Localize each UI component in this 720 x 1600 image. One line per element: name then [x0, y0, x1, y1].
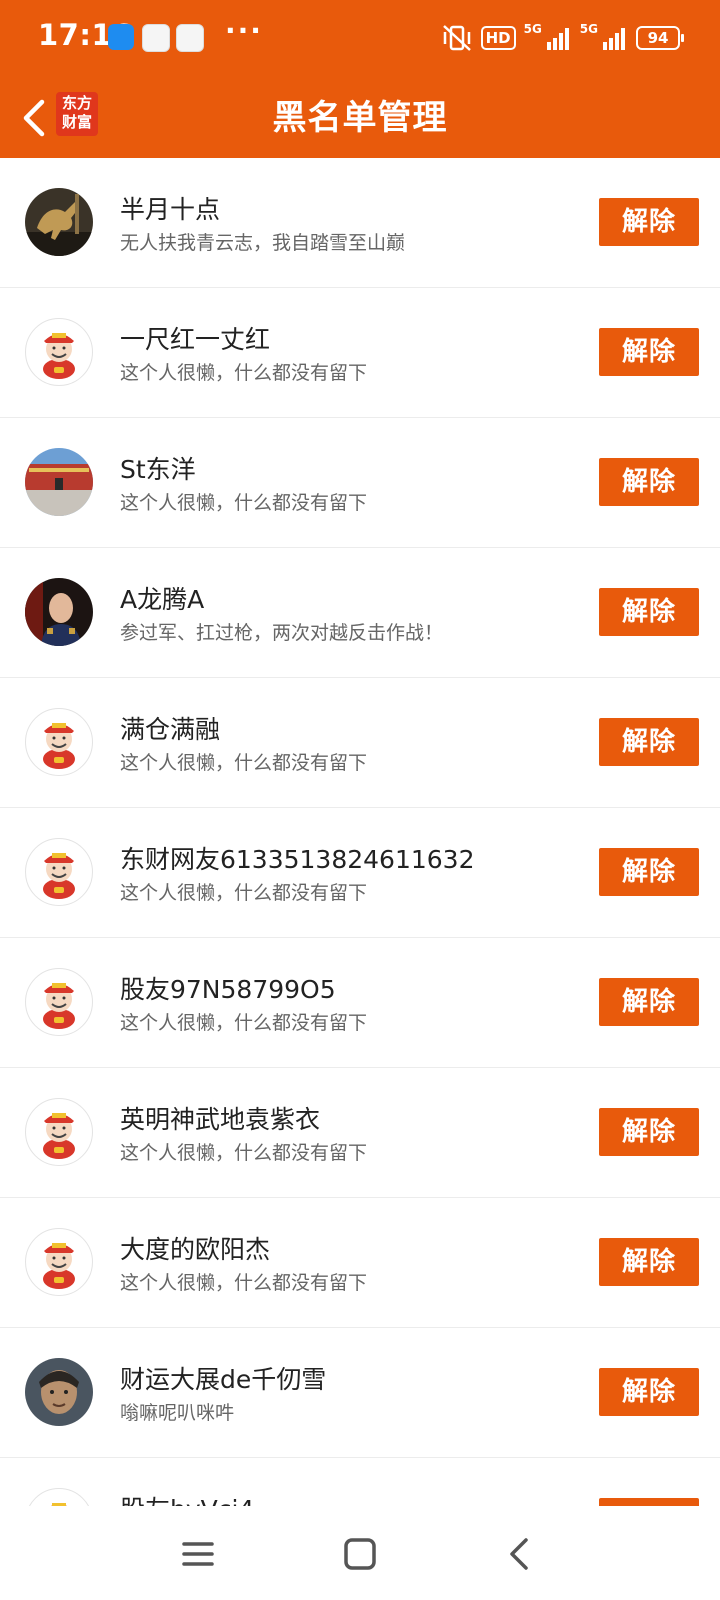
unblock-button[interactable]: 解除 [599, 1238, 699, 1286]
user-signature: 这个人很懒，什么都没有留下 [120, 1272, 368, 1294]
user-signature: 嗡嘛呢叭咪吽 [120, 1402, 235, 1424]
user-name: 半月十点 [120, 195, 221, 224]
network-type-2: 5G [579, 22, 598, 36]
user-name: 股友hyVci4 [120, 1490, 254, 1506]
user-name: St东洋 [120, 455, 196, 484]
list-item: 英明神武地袁紫衣 这个人很懒，什么都没有留下 解除 [0, 1068, 720, 1198]
user-name: 股友97N58799O5 [120, 975, 336, 1004]
status-right-group: HD 5G 5G 94 [441, 20, 684, 56]
menu-icon[interactable] [180, 1536, 216, 1572]
user-signature: 这个人很懒，什么都没有留下 [120, 1012, 368, 1034]
unblock-button[interactable]: 解除 [599, 978, 699, 1026]
unblock-button[interactable]: 解除 [599, 198, 699, 246]
list-item: 财运大展de千仞雪 嗡嘛呢叭咪吽 解除 [0, 1328, 720, 1458]
user-signature: 这个人很懒，什么都没有留下 [120, 752, 368, 774]
user-signature: 参过军、扛过枪，两次对越反击作战！ [120, 622, 444, 644]
taobao-notification-icon [142, 24, 170, 52]
nav-bar: 东方 财富 黑名单管理 [0, 78, 720, 158]
signal-icon-2 [603, 28, 625, 50]
user-name: 财运大展de千仞雪 [120, 1365, 327, 1394]
unblock-button[interactable]: 解除 [599, 848, 699, 896]
list-item: 大度的欧阳杰 这个人很懒，什么都没有留下 解除 [0, 1198, 720, 1328]
list-item: 股友97N58799O5 这个人很懒，什么都没有留下 解除 [0, 938, 720, 1068]
avatar[interactable] [25, 448, 93, 516]
list-item: 一尺红一丈红 这个人很懒，什么都没有留下 解除 [0, 288, 720, 418]
list-item: 股友hyVci4 解除 [0, 1458, 720, 1506]
blocked-user-list: 半月十点 无人扶我青云志，我自踏雪至山巅 解除 一尺红一丈红 这个人很懒，什么都… [0, 158, 720, 1506]
list-item: St东洋 这个人很懒，什么都没有留下 解除 [0, 418, 720, 548]
default-avatar-icon[interactable] [25, 318, 93, 386]
unblock-button[interactable]: 解除 [599, 1108, 699, 1156]
status-bar: 17:16 ··· HD 5G 5G 94 [0, 0, 720, 78]
user-signature: 这个人很懒，什么都没有留下 [120, 362, 368, 384]
user-signature: 这个人很懒，什么都没有留下 [120, 882, 368, 904]
network-type: 5G [523, 22, 542, 36]
default-avatar-icon[interactable] [25, 1098, 93, 1166]
vibrate-off-icon [442, 25, 471, 51]
unblock-button[interactable]: 解除 [599, 458, 699, 506]
avatar[interactable] [25, 188, 93, 256]
user-name: 英明神武地袁紫衣 [120, 1105, 321, 1134]
default-avatar-icon[interactable] [25, 838, 93, 906]
more-notifications-icon: ··· [225, 14, 263, 47]
signal-icon [546, 28, 569, 50]
avatar[interactable] [25, 578, 93, 646]
list-item: A龙腾A 参过军、扛过枪，两次对越反击作战！ 解除 [0, 548, 720, 678]
unblock-button[interactable]: 解除 [599, 718, 699, 766]
list-item: 满仓满融 这个人很懒，什么都没有留下 解除 [0, 678, 720, 808]
list-item: 东财网友6133513824611632 这个人很懒，什么都没有留下 解除 [0, 808, 720, 938]
hd-voice-icon: HD [480, 26, 516, 50]
user-signature: 无人扶我青云志，我自踏雪至山巅 [120, 232, 406, 254]
default-avatar-icon[interactable] [25, 708, 93, 776]
user-signature: 这个人很懒，什么都没有留下 [120, 1142, 368, 1164]
default-avatar-icon[interactable] [25, 1488, 93, 1506]
avatar[interactable] [25, 1358, 93, 1426]
notification-app-icon [108, 24, 134, 50]
unblock-button[interactable]: 解除 [599, 588, 699, 636]
user-name: 东财网友6133513824611632 [120, 845, 475, 874]
app-header: 17:16 ··· HD 5G 5G 94 东方 财富 黑名单管理 [0, 0, 720, 158]
default-avatar-icon[interactable] [25, 968, 93, 1036]
page-title: 黑名单管理 [272, 98, 448, 138]
user-name: 满仓满融 [120, 715, 221, 744]
list-item: 半月十点 无人扶我青云志，我自踏雪至山巅 解除 [0, 158, 720, 288]
home-icon[interactable] [342, 1536, 378, 1572]
unblock-button[interactable]: 解除 [599, 1498, 699, 1506]
user-name: 一尺红一丈红 [120, 325, 271, 354]
battery-icon: 94 [636, 26, 684, 50]
system-nav-bar [0, 1506, 720, 1600]
back-icon[interactable] [502, 1536, 538, 1572]
user-name: A龙腾A [120, 585, 205, 614]
user-name: 大度的欧阳杰 [120, 1235, 271, 1264]
user-signature: 这个人很懒，什么都没有留下 [120, 492, 368, 514]
unblock-button[interactable]: 解除 [599, 328, 699, 376]
app-notification-icon [176, 24, 204, 52]
unblock-button[interactable]: 解除 [599, 1368, 699, 1416]
default-avatar-icon[interactable] [25, 1228, 93, 1296]
